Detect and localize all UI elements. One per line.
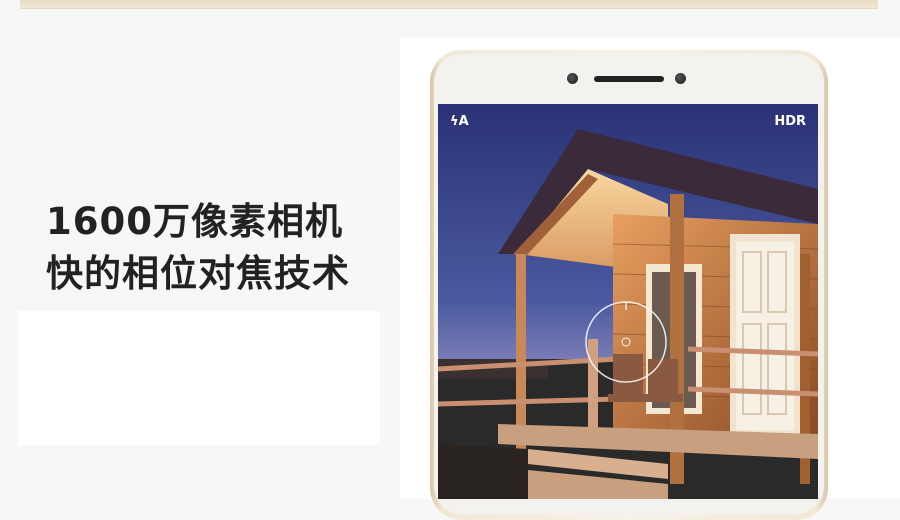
headline-line-2: 快的相位对焦技术: [46, 252, 350, 295]
hdr-toggle[interactable]: HDR: [774, 114, 806, 129]
headline-line-1: 1600万像素相机: [46, 200, 343, 243]
phone-screen: ϟA HDR: [438, 104, 818, 499]
earpiece-speaker: [594, 76, 664, 82]
blank-panel: [18, 311, 380, 445]
cabin-photo: [438, 104, 818, 499]
feature-headline: 1600万像素相机 快的相位对焦技术: [46, 196, 350, 300]
flash-auto-icon[interactable]: ϟA: [450, 114, 469, 129]
proximity-sensor: [567, 73, 578, 84]
front-camera: [675, 73, 686, 84]
top-gold-strip: [20, 0, 878, 9]
